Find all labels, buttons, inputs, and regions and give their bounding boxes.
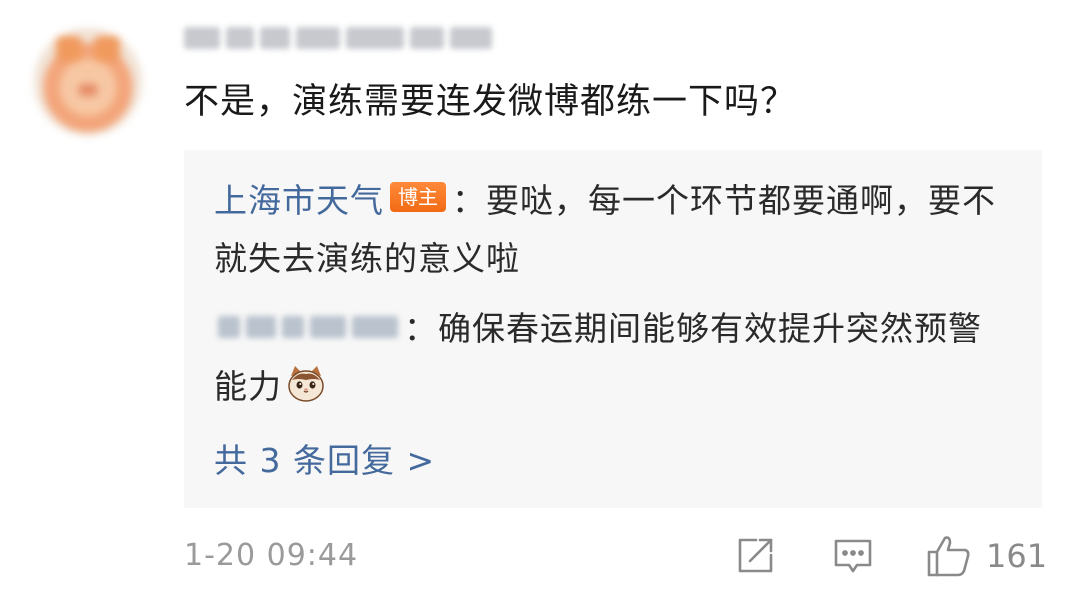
like-count: 161 — [986, 537, 1048, 575]
comment-icon — [832, 535, 874, 577]
thumbs-up-icon — [926, 534, 972, 578]
reply-item: 上海市天气 博主 ：要哒，每一个环节都要通啊，要不就失去演练的意义啦 — [214, 172, 1004, 288]
reply-author-link[interactable]: 上海市天气 — [214, 181, 384, 220]
avatar[interactable] — [34, 28, 142, 136]
blogger-badge: 博主 — [390, 182, 446, 212]
share-button[interactable] — [734, 534, 776, 578]
avatar-nose — [78, 84, 98, 96]
cat-face-emoji-icon — [286, 364, 326, 404]
share-icon — [734, 535, 776, 577]
comment-button[interactable] — [832, 534, 874, 578]
avatar-ear-right — [94, 36, 120, 62]
comment-card: 不是，演练需要连发微博都练一下吗？ 上海市天气 博主 ：要哒，每一个环节都要通啊，要… — [0, 0, 1080, 602]
comment-text: 不是，演练需要连发微博都练一下吗？ — [184, 82, 797, 122]
more-replies-link[interactable]: 共 3 条回复 > — [214, 432, 435, 490]
reply-item: ：确保春运期间能够有效提升突然预警能力 — [214, 300, 1004, 416]
reply-author-blurred[interactable] — [214, 312, 404, 342]
like-button[interactable]: 161 — [926, 534, 1047, 578]
reply-box[interactable]: 上海市天气 博主 ：要哒，每一个环节都要通啊，要不就失去演练的意义啦 ：确保春运期间… — [184, 150, 1042, 508]
username-blurred[interactable] — [184, 24, 514, 52]
avatar-ear-left — [56, 36, 82, 62]
comment-timestamp: 1-20 09:44 — [184, 538, 359, 573]
